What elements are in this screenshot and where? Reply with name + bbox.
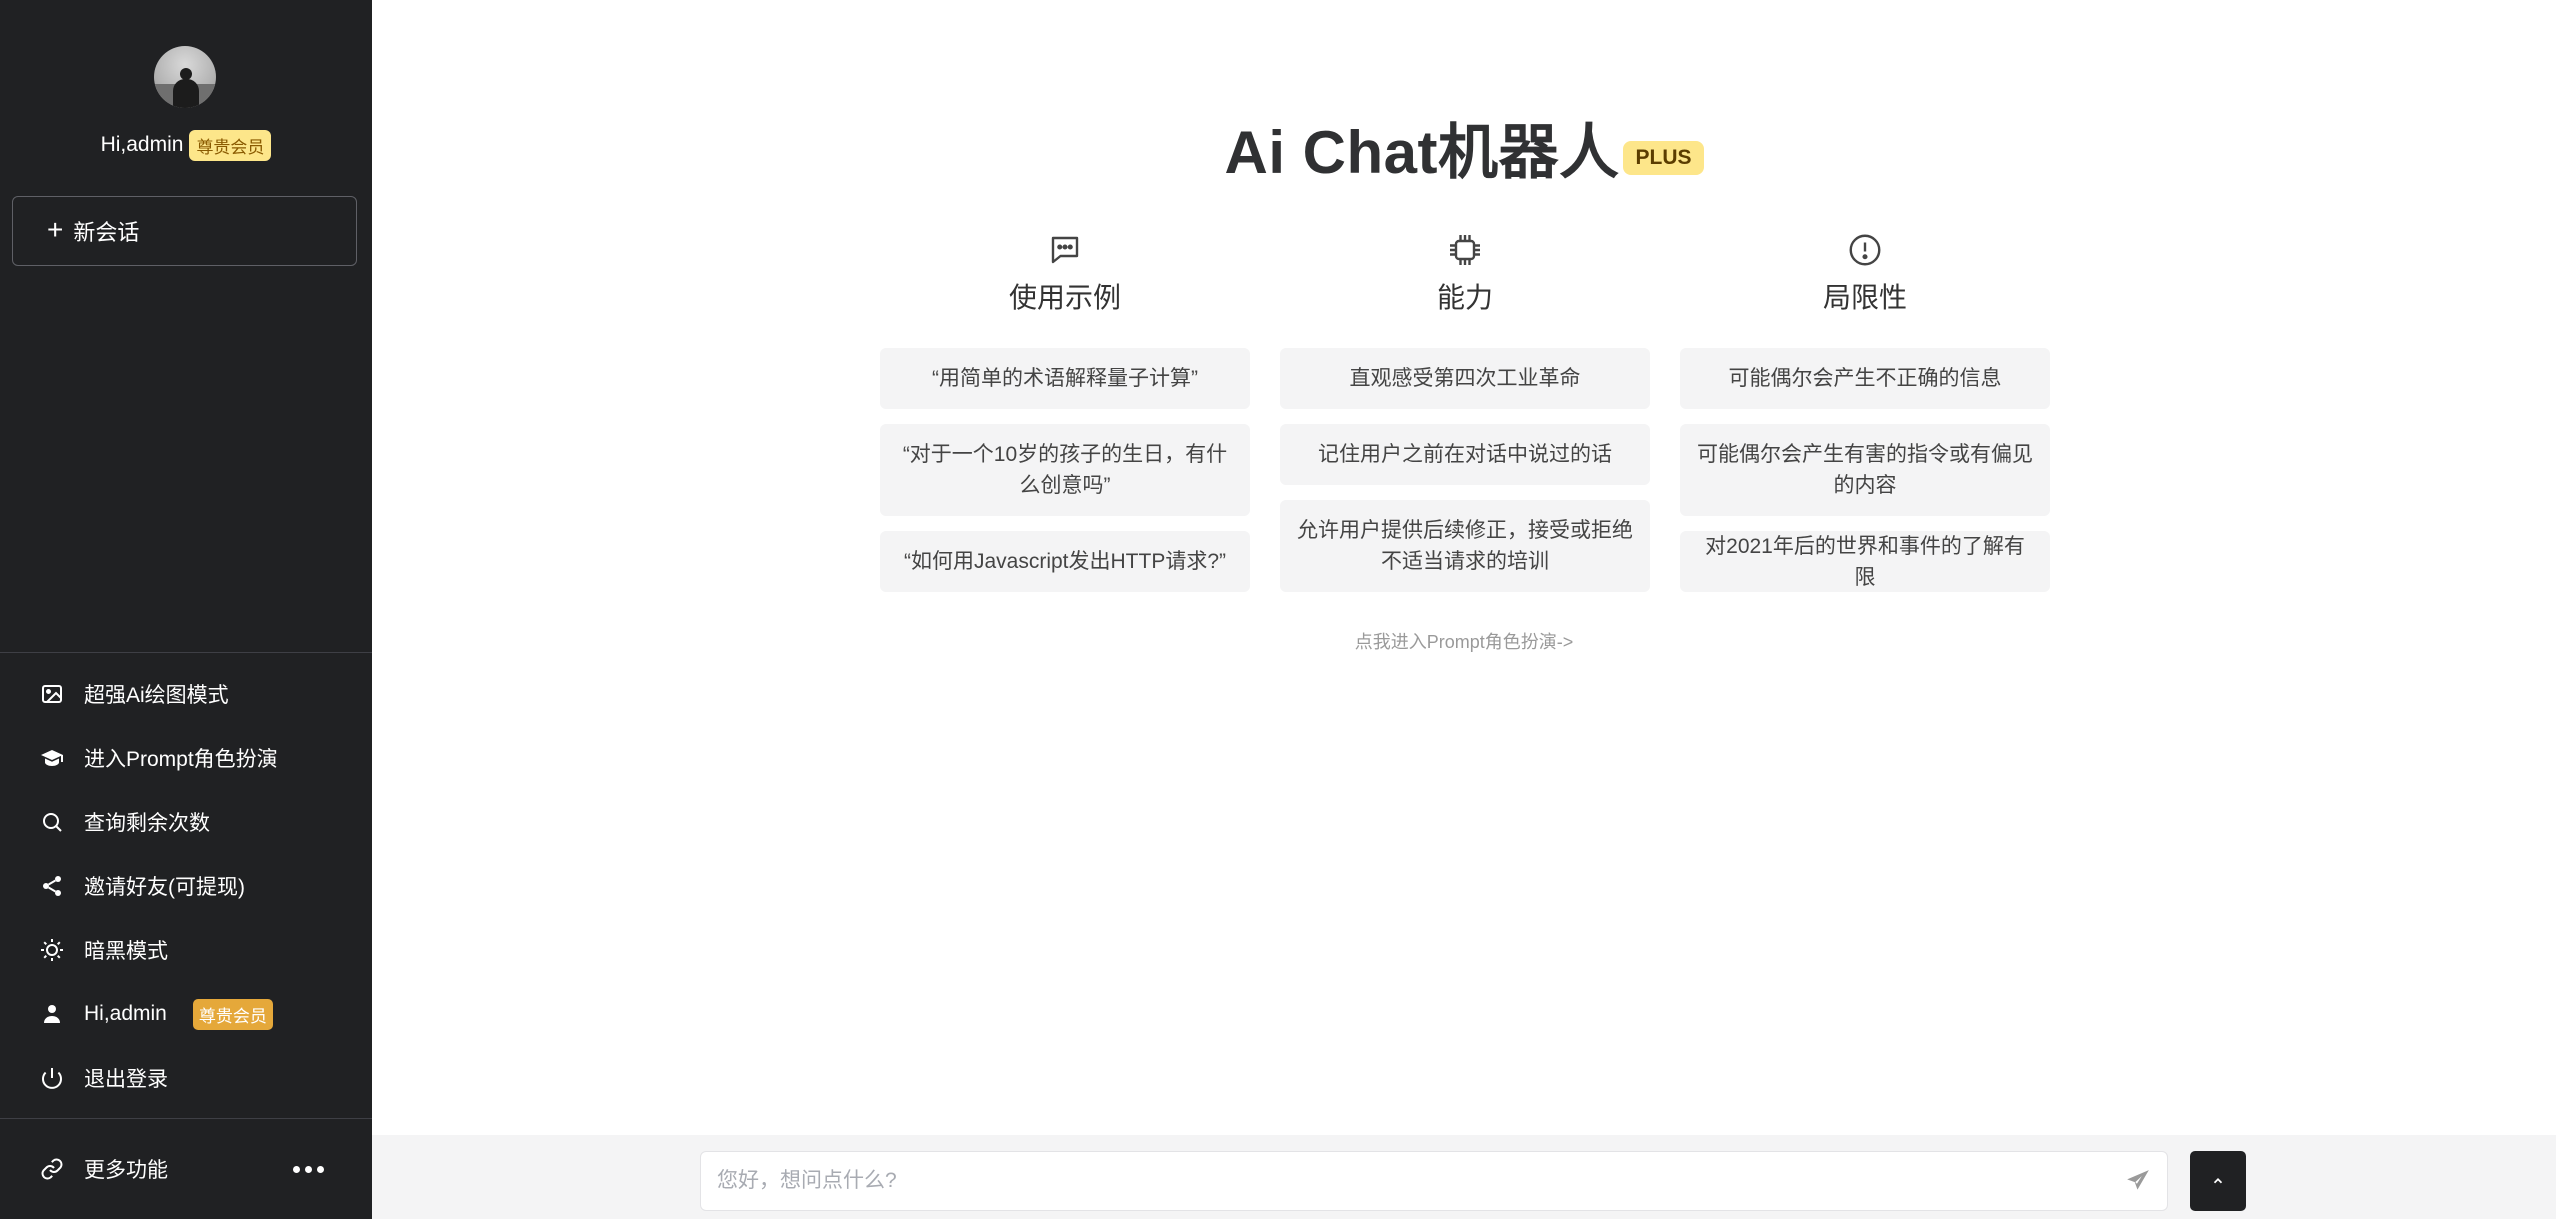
sidebar-item-label: 暗黑模式: [84, 940, 168, 963]
capability-card: 允许用户提供后续修正，接受或拒绝不适当请求的培训: [1280, 500, 1650, 592]
sidebar-menu: 超强Ai绘图模式 进入Prompt角色扮演 查询剩余次数 邀请好友(可提现) 暗…: [0, 662, 372, 1110]
sidebar-item-label: 进入Prompt角色扮演: [84, 748, 278, 771]
cpu-icon: [1450, 235, 1480, 265]
examples-column: 使用示例 “用简单的术语解释量子计算” “对于一个10岁的孩子的生日，有什么创意…: [880, 232, 1250, 607]
capability-card: 记住用户之前在对话中说过的话: [1280, 424, 1650, 485]
user-icon: [44, 1005, 60, 1023]
capabilities-column: 能力 直观感受第四次工业革命 记住用户之前在对话中说过的话 允许用户提供后续修正…: [1280, 232, 1650, 607]
share-icon: [43, 876, 61, 896]
user-greeting: Hi,admin 尊贵会员: [0, 129, 372, 161]
plus-badge: PLUS: [1623, 140, 1704, 175]
prompt-roleplay-link[interactable]: 点我进入Prompt角色扮演->: [372, 628, 2556, 654]
example-card[interactable]: “用简单的术语解释量子计算”: [880, 348, 1250, 409]
column-title: 能力: [1436, 282, 1493, 313]
username-label: Hi,admin: [100, 133, 184, 156]
sidebar-item-label: 邀请好友(可提现): [84, 876, 245, 899]
sidebar-item-dark-mode[interactable]: 暗黑模式: [0, 918, 372, 982]
message-input-box: [700, 1151, 2168, 1211]
example-card[interactable]: “对于一个10岁的孩子的生日，有什么创意吗”: [880, 424, 1250, 516]
graduation-cap-icon: [41, 750, 63, 766]
avatar[interactable]: [154, 46, 216, 108]
link-icon: [41, 1158, 63, 1180]
capability-card: 直观感受第四次工业革命: [1280, 348, 1650, 409]
message-input[interactable]: [717, 1169, 2115, 1193]
limitation-card: 对2021年后的世界和事件的了解有限: [1680, 531, 2050, 592]
sidebar-item-query-remaining[interactable]: 查询剩余次数: [0, 790, 372, 854]
input-bar: [372, 1135, 2556, 1219]
main-content: Ai Chat机器人 PLUS 使用示例 “用简单的术语解释量子计算” “对于一…: [372, 0, 2556, 1219]
column-title: 使用示例: [1008, 282, 1121, 313]
sidebar-item-invite-friends[interactable]: 邀请好友(可提现): [0, 854, 372, 918]
new-chat-button[interactable]: + 新会话: [12, 196, 357, 266]
vip-badge: 尊贵会员: [192, 998, 273, 1030]
limitations-column: 局限性 可能偶尔会产生不正确的信息 可能偶尔会产生有害的指令或有偏见的内容 对2…: [1680, 232, 2050, 607]
app-title: Ai Chat机器人: [1224, 119, 1620, 186]
vip-badge: 尊贵会员: [189, 129, 272, 161]
feature-columns: 使用示例 “用简单的术语解释量子计算” “对于一个10岁的孩子的生日，有什么创意…: [880, 232, 2050, 607]
alert-icon: [1849, 234, 1881, 266]
new-chat-label: 新会话: [73, 220, 140, 245]
power-icon: [42, 1068, 62, 1089]
divider: [0, 1118, 372, 1119]
sidebar-item-ai-drawing[interactable]: 超强Ai绘图模式: [0, 662, 372, 726]
limitation-card: 可能偶尔会产生有害的指令或有偏见的内容: [1680, 424, 2050, 516]
sidebar-item-user[interactable]: Hi,admin 尊贵会员: [0, 982, 372, 1046]
more-features-button[interactable]: 更多功能: [0, 1138, 372, 1200]
plus-icon: +: [47, 213, 64, 245]
divider: [0, 652, 372, 653]
sun-icon: [41, 939, 63, 961]
more-features-label: 更多功能: [84, 1159, 168, 1182]
send-icon[interactable]: [2125, 1168, 2151, 1194]
column-title: 局限性: [1822, 282, 1907, 313]
sidebar-item-label: 退出登录: [84, 1068, 168, 1091]
sidebar-item-logout[interactable]: 退出登录: [0, 1046, 372, 1110]
sidebar-item-label: 超强Ai绘图模式: [84, 684, 229, 707]
sidebar: Hi,admin 尊贵会员 + 新会话 超强Ai绘图模式 进入Prompt角色扮…: [0, 0, 372, 1219]
example-card[interactable]: “如何用Javascript发出HTTP请求?”: [880, 531, 1250, 592]
sidebar-item-label: Hi,admin: [84, 1002, 167, 1025]
image-icon: [42, 685, 62, 703]
chat-icon: [1051, 236, 1079, 264]
scroll-top-button[interactable]: [2190, 1151, 2246, 1211]
more-options-icon[interactable]: [293, 1138, 324, 1200]
page-title: Ai Chat机器人 PLUS: [372, 104, 2556, 191]
limitation-card: 可能偶尔会产生不正确的信息: [1680, 348, 2050, 409]
search-icon: [43, 813, 62, 832]
sidebar-item-prompt-roleplay[interactable]: 进入Prompt角色扮演: [0, 726, 372, 790]
chevron-up-icon: [2213, 1178, 2223, 1184]
sidebar-item-label: 查询剩余次数: [84, 812, 210, 835]
